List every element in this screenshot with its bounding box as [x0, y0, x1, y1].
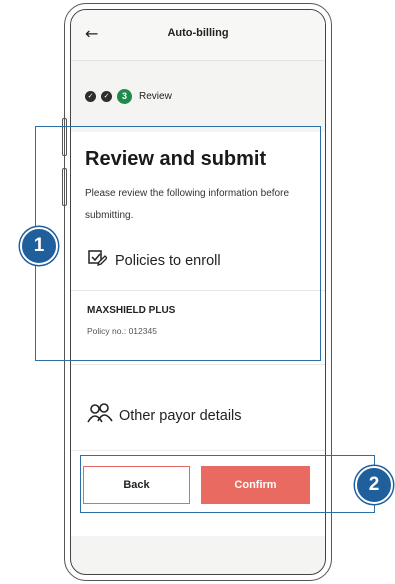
payor-heading: Other payor details: [119, 407, 242, 424]
callout-badge-2: 2: [355, 466, 393, 504]
step-current-badge: 3: [117, 88, 132, 104]
step-complete-icon: ✓: [101, 90, 112, 102]
callout-badge-1: 1: [20, 227, 58, 265]
step-label: Review: [139, 90, 172, 102]
app-header: ← Auto-billing: [71, 10, 325, 61]
callout-box-review: [35, 126, 321, 361]
callout-box-buttons: [80, 455, 375, 513]
people-icon: [87, 402, 113, 429]
payor-section-header[interactable]: Other payor details: [87, 402, 242, 429]
divider: [71, 364, 325, 365]
progress-stepper: ✓ ✓ 3 Review: [85, 88, 172, 104]
step-complete-icon: ✓: [85, 90, 96, 102]
page-title: Auto-billing: [167, 27, 229, 39]
